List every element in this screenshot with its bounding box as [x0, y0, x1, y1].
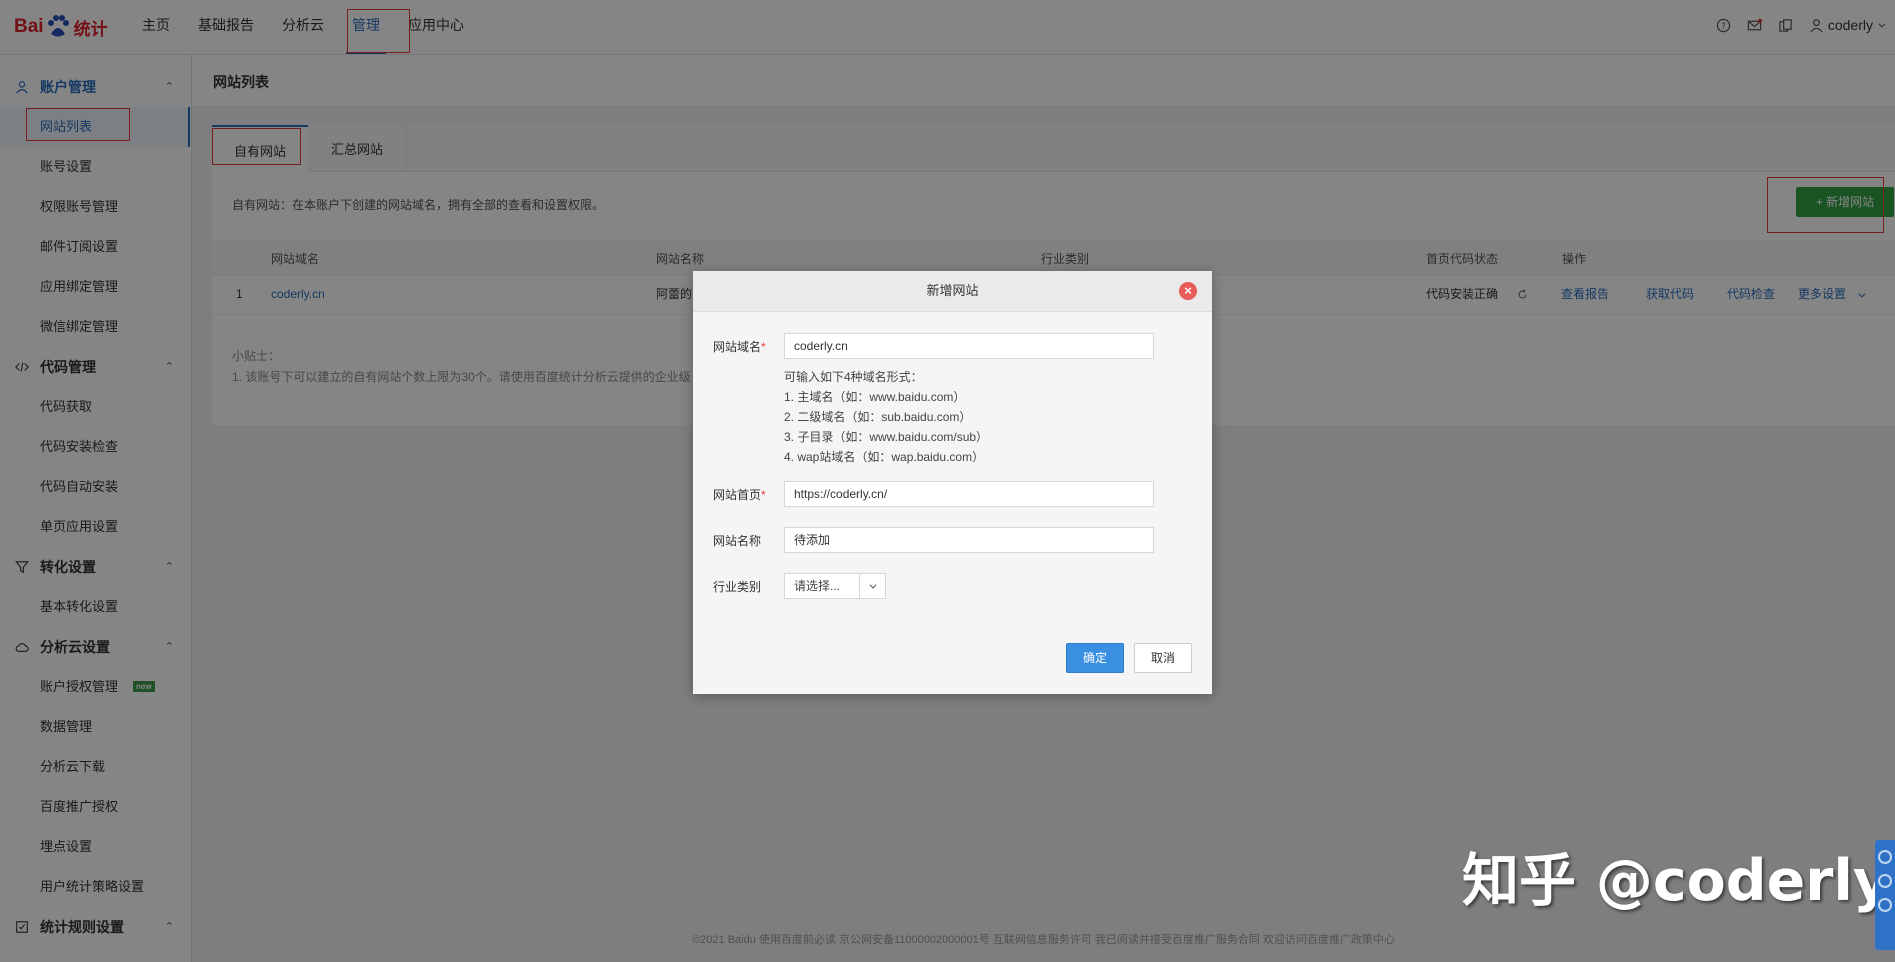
close-icon[interactable]: ×	[1179, 282, 1197, 300]
industry-select-value: 请选择...	[794, 579, 841, 593]
site-name-input[interactable]: 待添加	[784, 527, 1154, 553]
confirm-button[interactable]: 确定	[1066, 643, 1124, 673]
widget-icon	[1878, 874, 1892, 888]
domain-hint-intro: 可输入如下4种域名形式：	[784, 370, 923, 384]
dialog-header: 新增网站 ×	[693, 271, 1212, 312]
cancel-button[interactable]: 取消	[1134, 643, 1192, 673]
domain-hint-3: 3. 子目录（如：www.baidu.com/sub）	[784, 430, 989, 444]
homepage-input[interactable]: https://coderly.cn/	[784, 481, 1154, 507]
domain-hint-4: 4. wap站域名（如：wap.baidu.com）	[784, 450, 985, 464]
floating-side-widget[interactable]	[1875, 840, 1895, 950]
industry-label: 行业类别	[713, 580, 762, 594]
homepage-label: 网站首页*	[713, 486, 766, 503]
dialog-title: 新增网站	[926, 283, 979, 298]
watermark: 知乎 @coderly	[1462, 848, 1891, 914]
widget-icon	[1878, 850, 1892, 864]
homepage-label-text: 网站首页	[713, 488, 762, 502]
domain-input[interactable]: coderly.cn	[784, 333, 1154, 359]
required-mark: *	[761, 340, 766, 354]
domain-label-text: 网站域名	[713, 340, 762, 354]
industry-select[interactable]: 请选择...	[784, 573, 886, 599]
domain-hint-2: 2. 二级域名（如：sub.baidu.com）	[784, 410, 972, 424]
widget-icon	[1878, 898, 1892, 912]
site-name-label: 网站名称	[713, 534, 762, 548]
chevron-down-icon	[859, 574, 885, 598]
add-site-dialog: 新增网站 × 网站域名* coderly.cn 可输入如下4种域名形式： 1. …	[693, 271, 1212, 694]
required-mark: *	[761, 488, 766, 502]
domain-hint-1: 1. 主域名（如：www.baidu.com）	[784, 390, 966, 404]
domain-label: 网站域名*	[713, 338, 766, 355]
